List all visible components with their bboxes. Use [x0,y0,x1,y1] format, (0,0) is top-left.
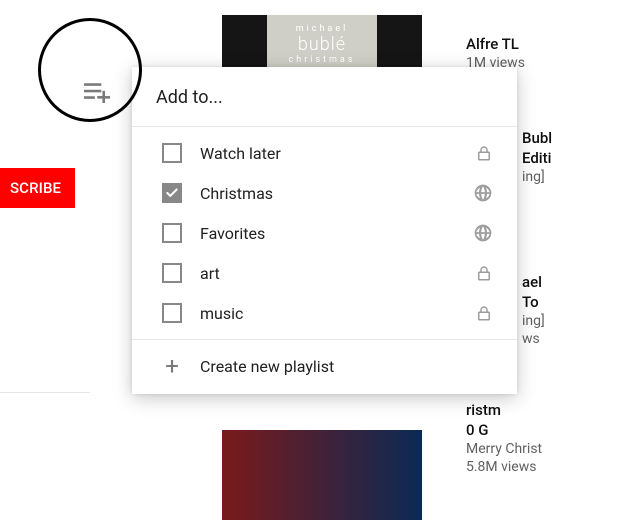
video-title[interactable]: Bubl [522,128,552,148]
add-to-playlist-icon[interactable] [84,83,110,107]
video-title[interactable]: ristm [466,400,542,420]
video-title[interactable]: ael [522,272,545,292]
playlist-label: Watch later [200,144,475,163]
playlist-row[interactable]: Watch later [132,133,517,173]
create-playlist-button[interactable]: + Create new playlist [132,340,517,394]
video-meta: 5.8M views [466,458,542,476]
dialog-title: Add to... [132,67,517,127]
video-title[interactable]: Editi [522,148,552,168]
playlist-label: art [200,264,475,283]
video-thumbnail[interactable] [222,430,422,520]
playlist-checkbox[interactable] [162,143,182,163]
playlist-row[interactable]: Christmas [132,173,517,213]
lock-icon [475,143,493,163]
playlist-list: Watch later Christmas Favorites art music [132,127,517,340]
playlist-label: Favorites [200,224,473,243]
subscribe-button[interactable]: SCRIBE [0,168,75,208]
create-playlist-label: Create new playlist [200,357,334,376]
video-title[interactable]: Alfre TL [466,34,525,54]
add-to-dialog: Add to... Watch later Christmas Favorites a… [132,67,517,394]
video-meta: Merry Christ [466,440,542,458]
globe-icon [473,223,493,243]
playlist-checkbox[interactable] [162,223,182,243]
playlist-checkbox[interactable] [162,183,182,203]
plus-icon: + [162,356,182,376]
video-meta: ing] [522,168,552,186]
video-title[interactable]: To [522,292,545,312]
video-meta: ing] [522,312,545,330]
playlist-checkbox[interactable] [162,263,182,283]
globe-icon [473,183,493,203]
playlist-row[interactable]: Favorites [132,213,517,253]
divider [0,392,90,393]
lock-icon [475,303,493,323]
video-thumbnail[interactable]: michael bublé christmas [222,15,422,73]
video-title[interactable]: 0 G [466,420,542,440]
video-meta: ws [522,330,545,348]
playlist-checkbox[interactable] [162,303,182,323]
playlist-label: music [200,304,475,323]
playlist-label: Christmas [200,184,473,203]
playlist-row[interactable]: art [132,253,517,293]
lock-icon [475,263,493,283]
playlist-row[interactable]: music [132,293,517,333]
